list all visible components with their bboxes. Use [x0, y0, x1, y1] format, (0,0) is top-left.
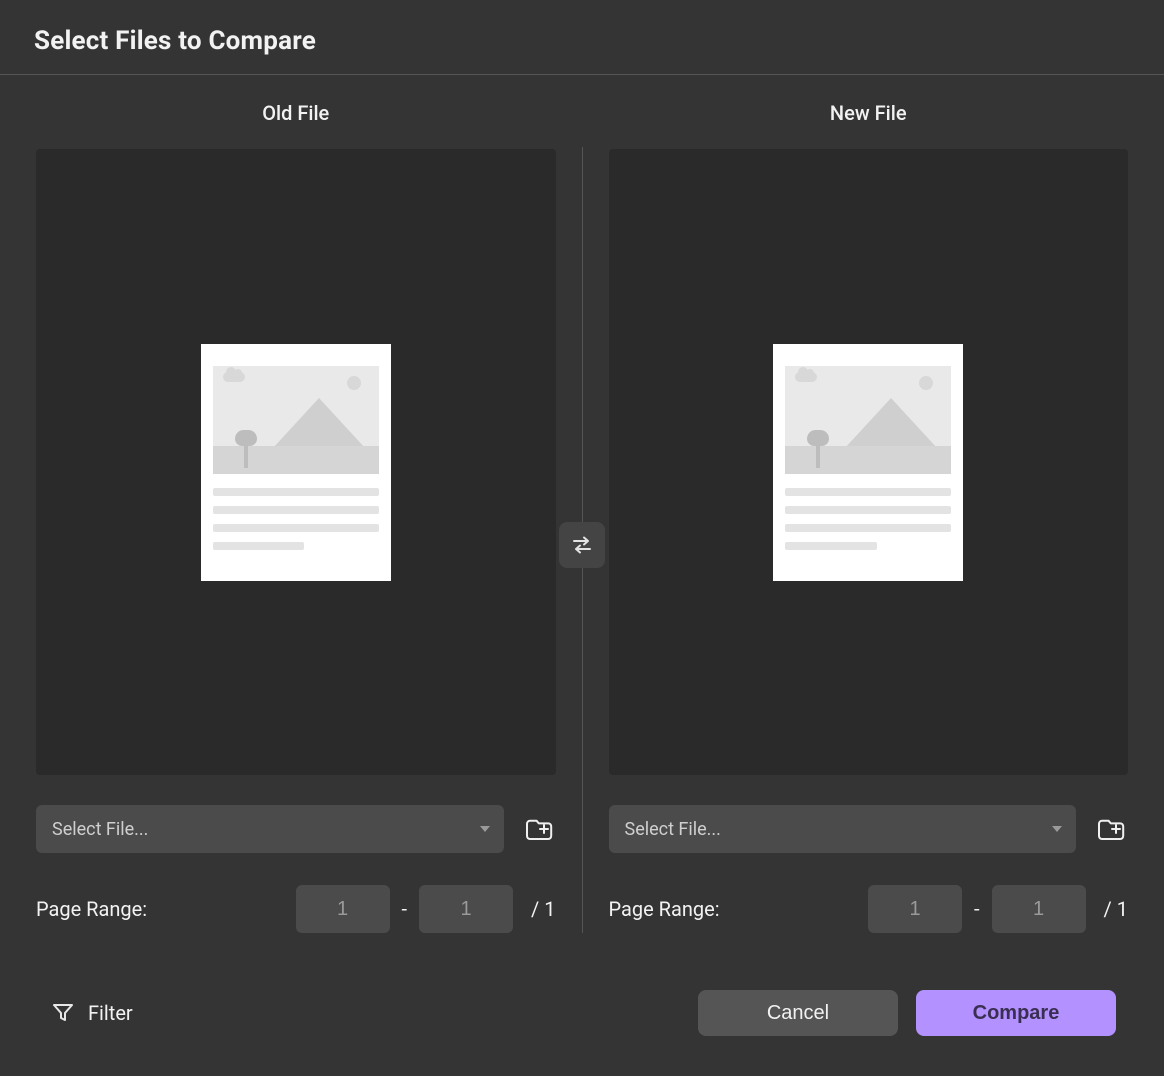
compare-button[interactable]: Compare [916, 990, 1116, 1036]
swap-horizontal-icon [570, 535, 594, 555]
folder-open-icon [524, 815, 554, 843]
new-file-title: New File [609, 101, 1129, 125]
footer-actions: Cancel Compare [698, 990, 1116, 1036]
old-file-preview[interactable] [36, 149, 556, 775]
new-page-range-row: Page Range: - / 1 [609, 885, 1129, 933]
old-file-column: Old File Select File... [36, 75, 582, 933]
new-page-total: / 1 [1104, 897, 1128, 921]
range-separator: - [972, 897, 982, 921]
folder-open-icon [1096, 815, 1126, 843]
old-page-range-row: Page Range: - / 1 [36, 885, 556, 933]
old-page-from-input[interactable] [296, 885, 390, 933]
filter-button[interactable]: Filter [52, 1001, 133, 1025]
new-page-from-input[interactable] [868, 885, 962, 933]
old-page-to-input[interactable] [419, 885, 513, 933]
dialog-header: Select Files to Compare [0, 0, 1164, 75]
filter-label: Filter [88, 1001, 133, 1025]
old-file-select-placeholder: Select File... [52, 819, 148, 840]
old-file-title: Old File [36, 101, 556, 125]
range-separator: - [400, 897, 410, 921]
new-page-range-inputs: - / 1 [868, 885, 1128, 933]
old-file-browse-button[interactable] [522, 812, 556, 846]
dialog-footer: Filter Cancel Compare [0, 990, 1164, 1036]
new-file-picker-row: Select File... [609, 805, 1129, 853]
new-page-to-input[interactable] [992, 885, 1086, 933]
chevron-down-icon [480, 826, 490, 832]
document-placeholder-icon [201, 344, 391, 581]
new-file-browse-button[interactable] [1094, 812, 1128, 846]
chevron-down-icon [1052, 826, 1062, 832]
old-page-range-inputs: - / 1 [296, 885, 556, 933]
old-page-total: / 1 [531, 897, 555, 921]
cancel-button[interactable]: Cancel [698, 990, 898, 1036]
document-placeholder-icon [773, 344, 963, 581]
funnel-icon [52, 1002, 74, 1024]
old-file-select[interactable]: Select File... [36, 805, 504, 853]
old-page-range-label: Page Range: [36, 897, 147, 921]
new-file-select[interactable]: Select File... [609, 805, 1077, 853]
new-page-range-label: Page Range: [609, 897, 720, 921]
compare-columns: Old File Select File... [0, 75, 1164, 933]
swap-files-button[interactable] [559, 522, 605, 568]
new-file-select-placeholder: Select File... [625, 819, 721, 840]
old-file-picker-row: Select File... [36, 805, 556, 853]
new-file-preview[interactable] [609, 149, 1129, 775]
new-file-column: New File Select File... [583, 75, 1129, 933]
dialog-title: Select Files to Compare [34, 26, 1130, 56]
